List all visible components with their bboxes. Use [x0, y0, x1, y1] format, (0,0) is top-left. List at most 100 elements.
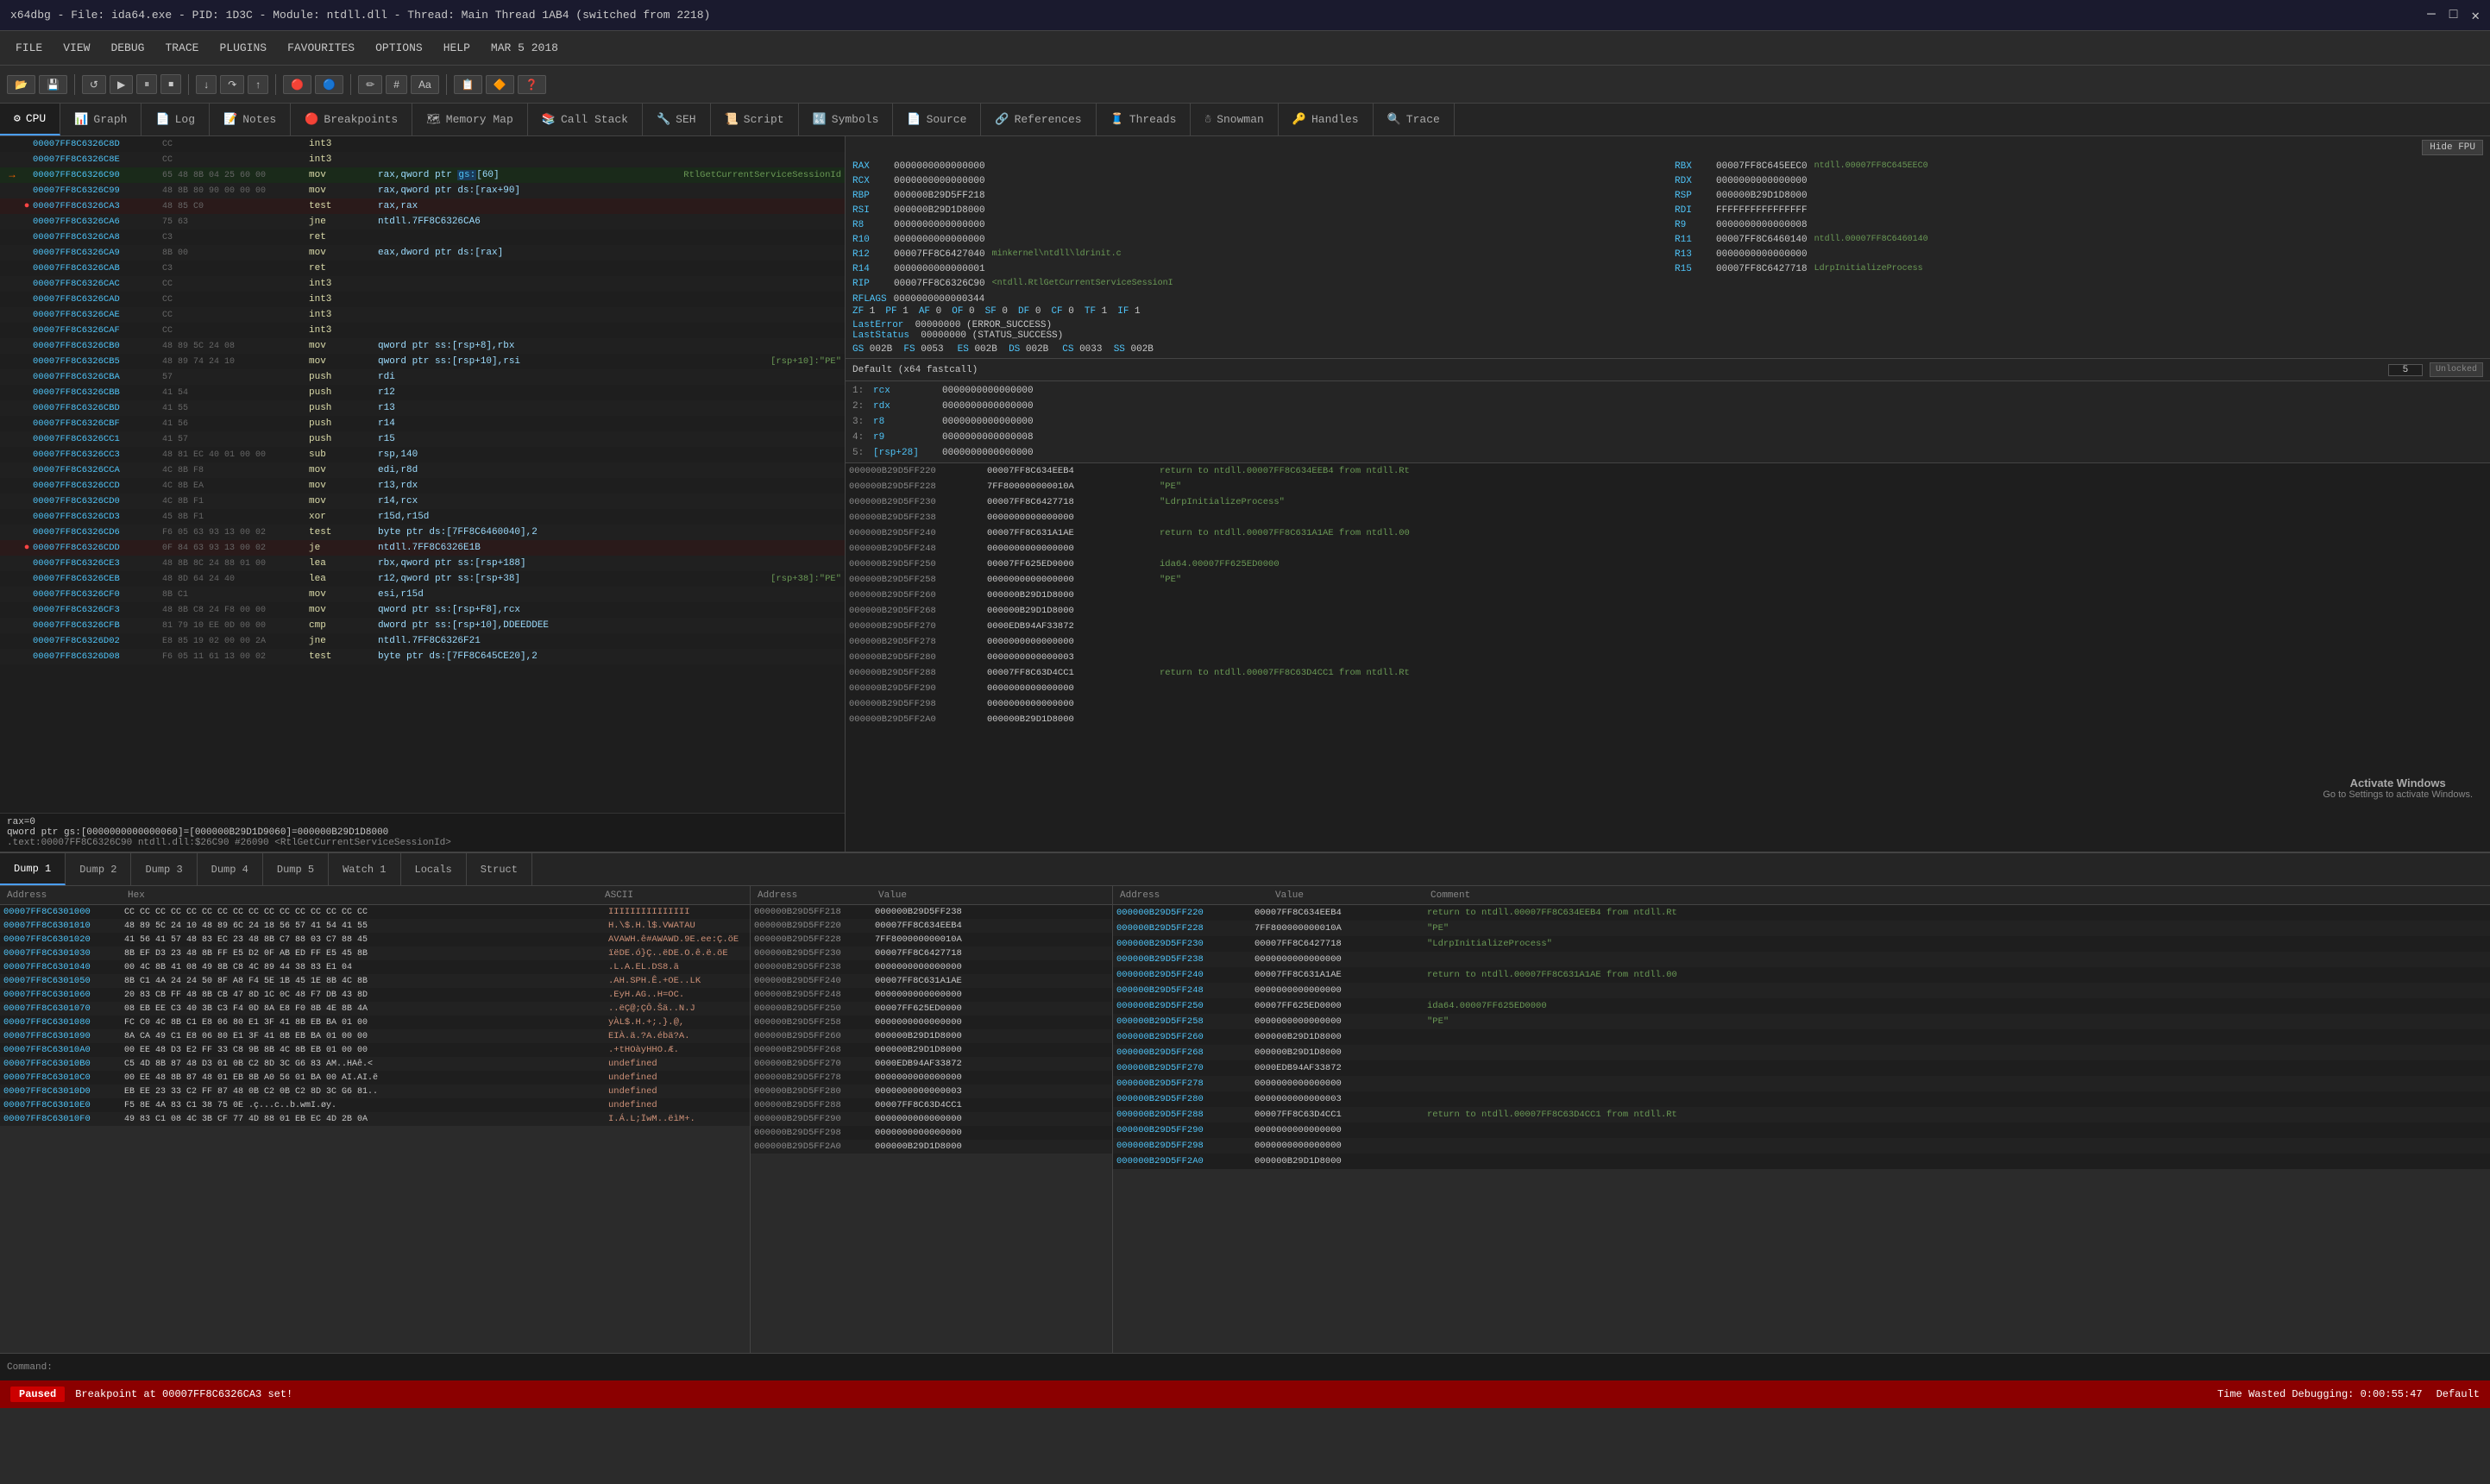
toolbar-patch[interactable]: # — [386, 75, 407, 94]
disasm-row[interactable]: 00007FF8C6326CF348 8B C8 24 F8 00 00movq… — [0, 602, 845, 618]
reg-value[interactable]: FFFFFFFFFFFFFFFF — [1716, 205, 1808, 216]
tab-snowman[interactable]: ☃ Snowman — [1191, 104, 1278, 135]
calls-row[interactable]: 000000B29D5FF268000000B29D1D8000 — [1113, 1045, 2490, 1060]
toolbar-restart[interactable]: ↺ — [82, 75, 106, 94]
disasm-row[interactable]: 00007FF8C6326CEB48 8D 64 24 40lear12,qwo… — [0, 571, 845, 587]
reg-value[interactable]: 000000B29D1D8000 — [894, 205, 985, 216]
maximize-button[interactable]: □ — [2449, 7, 2458, 24]
stack-row[interactable]: 000000B29D5FF268000000B29D1D8000 — [751, 1043, 1112, 1057]
toolbar-open[interactable]: 📂 — [7, 75, 35, 94]
dump-row[interactable]: 00007FF8C63010508B C1 4A 24 24 50 8F A8 … — [0, 974, 750, 988]
toolbar-bp[interactable]: 🔴 — [283, 75, 311, 94]
command-input[interactable] — [60, 1362, 2483, 1373]
reg-value[interactable]: 000000B29D5FF218 — [894, 191, 985, 201]
menu-favourites[interactable]: FAVOURITES — [279, 38, 363, 58]
reg-value[interactable]: 00007FF8C6460140 — [1716, 235, 1808, 245]
stack-row[interactable]: 000000B29D5FF2380000000000000000 — [751, 960, 1112, 974]
menu-trace[interactable]: TRACE — [156, 38, 207, 58]
disasm-row[interactable]: 00007FF8C6326CBA57pushrdi — [0, 369, 845, 385]
dump-tab-dump-5[interactable]: Dump 5 — [263, 853, 329, 885]
tab-trace[interactable]: 🔍 Trace — [1374, 104, 1455, 135]
stack-row[interactable]: 000000B29D5FF2580000000000000000 — [751, 1016, 1112, 1029]
dump-row[interactable]: 00007FF8C6301000CC CC CC CC CC CC CC CC … — [0, 905, 750, 919]
calls-row[interactable]: 000000B29D5FF25000007FF625ED0000ida64.00… — [1113, 998, 2490, 1014]
thread-number-input[interactable] — [2388, 364, 2423, 376]
toolbar-asm[interactable]: ✏ — [358, 75, 382, 94]
reg-value[interactable]: 0000000000000001 — [894, 264, 985, 274]
disasm-row[interactable]: 00007FF8C6326C9948 8B 80 90 00 00 00movr… — [0, 183, 845, 198]
stack-row[interactable]: 000000B29D5FF260000000B29D1D8000 — [751, 1029, 1112, 1043]
calls-row[interactable]: 000000B29D5FF22000007FF8C634EEB4return t… — [1113, 905, 2490, 921]
menu-file[interactable]: FILE — [7, 38, 51, 58]
disasm-row[interactable]: 00007FF8C6326CA675 63jnentdll.7FF8C6326C… — [0, 214, 845, 230]
disasm-row[interactable]: 00007FF8C6326CBD41 55pushr13 — [0, 400, 845, 416]
calls-row[interactable]: 000000B29D5FF2380000000000000000 — [1113, 952, 2490, 967]
dump-row[interactable]: 00007FF8C63010308B EF D3 23 48 8B FF E5 … — [0, 946, 750, 960]
calls-row[interactable]: 000000B29D5FF2700000EDB94AF33872 — [1113, 1060, 2490, 1076]
tab-memory-map[interactable]: 🗺 Memory Map — [412, 104, 528, 135]
toolbar-step-out[interactable]: ↑ — [248, 75, 268, 94]
calls-row[interactable]: 000000B29D5FF2980000000000000000 — [1113, 1138, 2490, 1154]
disasm-row[interactable]: 00007FF8C6326CF08B C1movesi,r15d — [0, 587, 845, 602]
hide-fpu-button[interactable]: Hide FPU — [2422, 140, 2483, 155]
reg-value[interactable]: 00007FF8C6427718 — [1716, 264, 1808, 274]
stack-row[interactable]: 000000B29D5FF23000007FF8C6427718 — [751, 946, 1112, 960]
disasm-row[interactable]: 00007FF8C6326CBB41 54pushr12 — [0, 385, 845, 400]
disasm-row[interactable]: 00007FF8C6326CB048 89 5C 24 08movqword p… — [0, 338, 845, 354]
disasm-row[interactable]: 00007FF8C6326CE348 8B 8C 24 88 01 00lear… — [0, 556, 845, 571]
disasm-row[interactable]: 00007FF8C6326CD6F6 05 63 93 13 00 02test… — [0, 525, 845, 540]
toolbar-step-into[interactable]: ↓ — [196, 75, 217, 94]
tab-seh[interactable]: 🔧 SEH — [643, 104, 711, 135]
calls-row[interactable]: 000000B29D5FF2800000000000000003 — [1113, 1091, 2490, 1107]
disasm-row[interactable]: ●00007FF8C6326CDD0F 84 63 93 13 00 02jen… — [0, 540, 845, 556]
tab-notes[interactable]: 📝 Notes — [210, 104, 291, 135]
dump-row[interactable]: 00007FF8C63010908A CA 49 C1 E8 06 80 E1 … — [0, 1029, 750, 1043]
menu-debug[interactable]: DEBUG — [102, 38, 153, 58]
dump-row[interactable]: 00007FF8C63010F049 83 C1 08 4C 3B CF 77 … — [0, 1112, 750, 1126]
tab-references[interactable]: 🔗 References — [981, 104, 1096, 135]
reg-value[interactable]: 0000000000000000 — [894, 176, 985, 186]
calls-row[interactable]: 000000B29D5FF260000000B29D1D8000 — [1113, 1029, 2490, 1045]
reg-value[interactable]: 0000000000000000 — [894, 235, 985, 245]
stack-row[interactable]: 000000B29D5FF2480000000000000000 — [751, 988, 1112, 1002]
reg-value[interactable]: 0000000000000000 — [1716, 249, 1808, 260]
stack-row[interactable]: 000000B29D5FF25000007FF625ED0000 — [751, 1002, 1112, 1016]
dump-row[interactable]: 00007FF8C630101048 89 5C 24 10 48 89 6C … — [0, 919, 750, 933]
menu-help[interactable]: HELP — [435, 38, 479, 58]
dump-row[interactable]: 00007FF8C630104000 4C 8B 41 08 49 8B C8 … — [0, 960, 750, 974]
stack-row[interactable]: 000000B29D5FF2800000000000000003 — [751, 1085, 1112, 1098]
dump-tab-locals[interactable]: Locals — [401, 853, 467, 885]
disasm-row[interactable]: 00007FF8C6326CCA4C 8B F8movedi,r8d — [0, 462, 845, 478]
toolbar-help[interactable]: ❓ — [518, 75, 546, 94]
stack-row[interactable]: 000000B29D5FF2287FF800000000010A — [751, 933, 1112, 946]
menu-plugins[interactable]: PLUGINS — [211, 38, 275, 58]
disasm-row[interactable]: 00007FF8C6326CD04C 8B F1movr14,rcx — [0, 494, 845, 509]
disasm-row[interactable]: 00007FF8C6326CAECCint3 — [0, 307, 845, 323]
minimize-button[interactable]: ─ — [2427, 7, 2436, 24]
menu-options[interactable]: OPTIONS — [367, 38, 431, 58]
disasm-row[interactable]: 00007FF8C6326CFB81 79 10 EE 0D 00 00cmpd… — [0, 618, 845, 633]
reg-value[interactable]: 0000000000000008 — [1716, 220, 1808, 230]
stack-row[interactable]: 000000B29D5FF2900000000000000000 — [751, 1112, 1112, 1126]
stack-row[interactable]: 000000B29D5FF2780000000000000000 — [751, 1071, 1112, 1085]
disasm-row[interactable]: ●00007FF8C6326CA348 85 C0testrax,rax — [0, 198, 845, 214]
disasm-row[interactable]: 00007FF8C6326CBF41 56pushr14 — [0, 416, 845, 431]
disasm-row[interactable]: 00007FF8C6326CA8C3ret — [0, 230, 845, 245]
reg-value[interactable]: 000000B29D1D8000 — [1716, 191, 1808, 201]
disasm-row[interactable]: 00007FF8C6326C8ECCint3 — [0, 152, 845, 167]
disasm-row[interactable]: 00007FF8C6326C8DCCint3 — [0, 136, 845, 152]
dump-row[interactable]: 00007FF8C630107008 EB EE C3 40 3B C3 F4 … — [0, 1002, 750, 1016]
reg-value[interactable]: 0000000000000000 — [894, 161, 985, 172]
toolbar-mem-bp[interactable]: 🔵 — [315, 75, 343, 94]
toolbar-pause[interactable]: ⏸ — [136, 74, 157, 94]
tab-call-stack[interactable]: 📚 Call Stack — [528, 104, 643, 135]
disasm-row[interactable]: 00007FF8C6326CAFCCint3 — [0, 323, 845, 338]
stack-row[interactable]: 000000B29D5FF2700000EDB94AF33872 — [751, 1057, 1112, 1071]
calls-row[interactable]: 000000B29D5FF2A0000000B29D1D8000 — [1113, 1154, 2490, 1169]
dump-row[interactable]: 00007FF8C630106020 83 CB FF 48 8B CB 47 … — [0, 988, 750, 1002]
disasm-row[interactable]: 00007FF8C6326CABC3ret — [0, 261, 845, 276]
calls-row[interactable]: 000000B29D5FF24000007FF8C631A1AEreturn t… — [1113, 967, 2490, 983]
disasm-row[interactable]: 00007FF8C6326D08F6 05 11 61 13 00 02test… — [0, 649, 845, 664]
toolbar-calc[interactable]: Aa — [411, 75, 439, 94]
tab-cpu[interactable]: ⚙ CPU — [0, 104, 60, 135]
